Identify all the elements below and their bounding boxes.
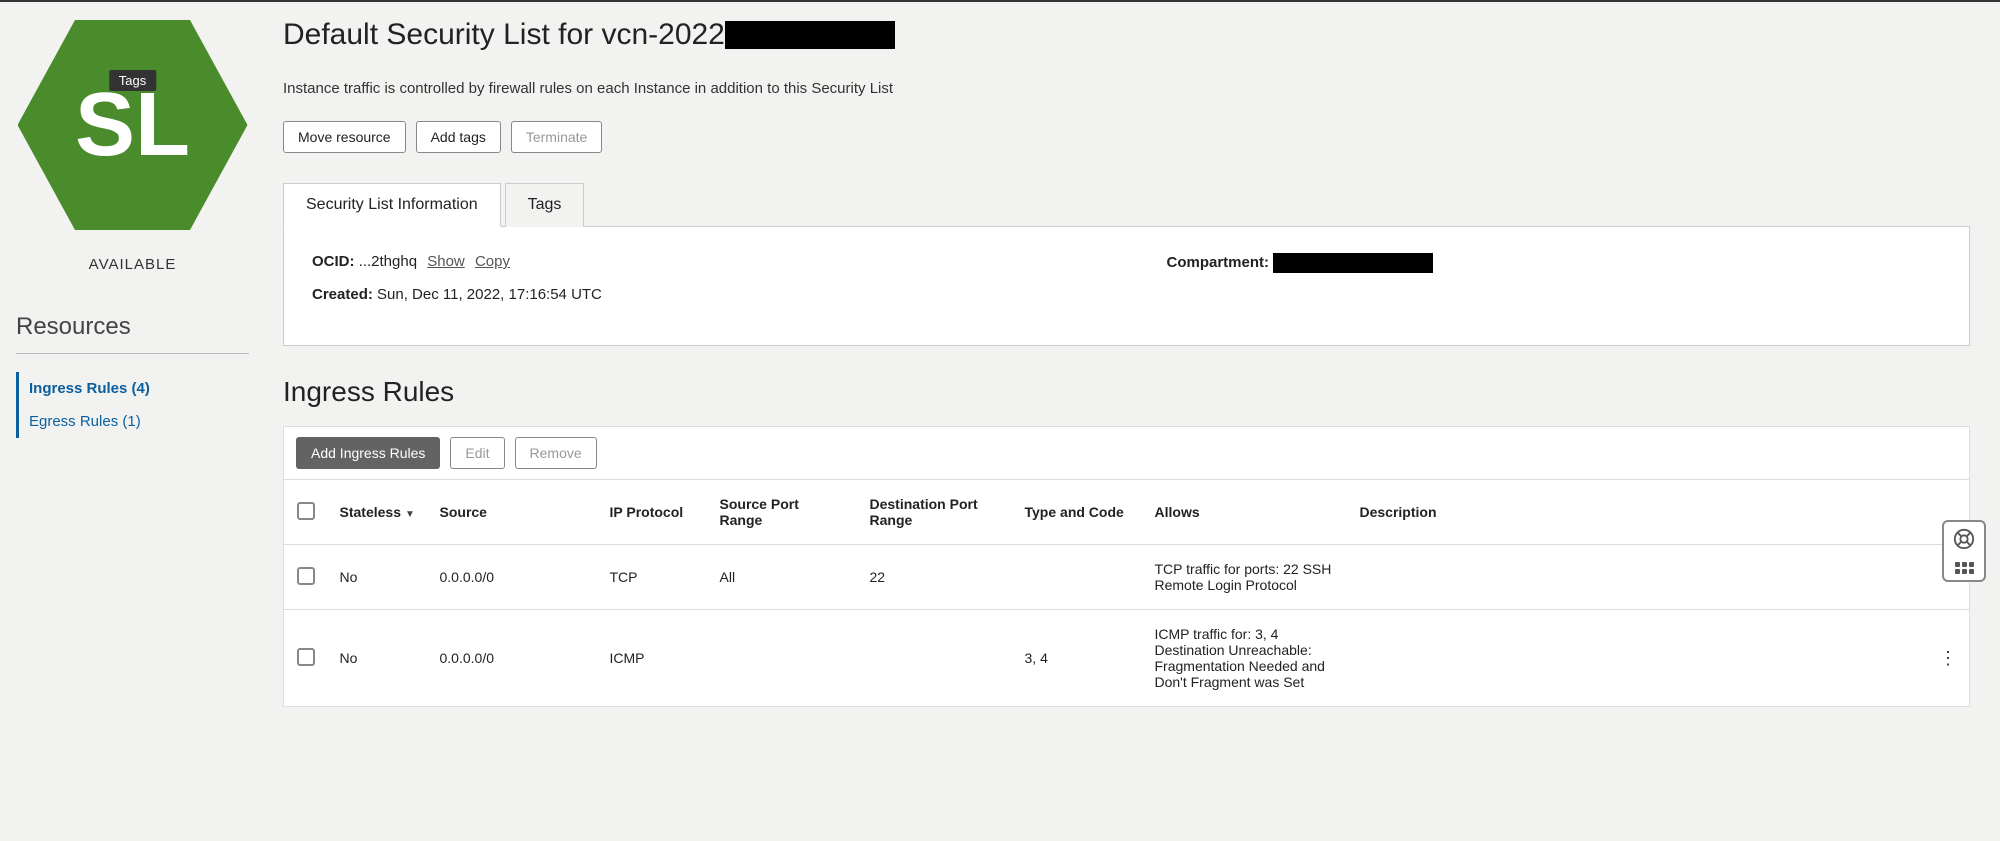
ocid-show-link[interactable]: Show (427, 253, 465, 270)
cell-protocol: ICMP (598, 610, 708, 707)
table-row: No 0.0.0.0/0 TCP All 22 TCP traffic for … (284, 545, 1970, 610)
ocid-label: OCID: (312, 253, 355, 270)
cell-stateless: No (328, 545, 428, 610)
row-checkbox[interactable] (297, 567, 315, 585)
col-stateless[interactable]: Stateless (328, 480, 428, 545)
remove-button: Remove (515, 437, 597, 469)
table-row: No 0.0.0.0/0 ICMP 3, 4 ICMP traffic for:… (284, 610, 1970, 707)
page-title-text: Default Security List for vcn-2022 (283, 18, 725, 52)
cell-type: 3, 4 (1013, 610, 1143, 707)
ingress-heading: Ingress Rules (283, 376, 1970, 408)
row-menu-icon[interactable]: ⋮ (1939, 648, 1957, 668)
page-title: Default Security List for vcn-2022 (283, 18, 1970, 52)
cell-type (1013, 545, 1143, 610)
created-label: Created: (312, 286, 373, 303)
cell-sport: All (708, 545, 858, 610)
cell-source: 0.0.0.0/0 (428, 545, 598, 610)
move-resource-button[interactable]: Move resource (283, 121, 406, 153)
col-protocol[interactable]: IP Protocol (598, 480, 708, 545)
ocid-value: ...2thghq (359, 253, 417, 270)
tab-tags[interactable]: Tags (505, 183, 585, 227)
cell-dport (858, 610, 1013, 707)
col-source-port[interactable]: Source Port Range (708, 480, 858, 545)
compartment-label: Compartment: (1167, 254, 1270, 271)
help-widget (1942, 520, 1986, 582)
edit-button: Edit (450, 437, 504, 469)
redacted-block (1273, 253, 1433, 273)
ocid-copy-link[interactable]: Copy (475, 253, 510, 270)
info-panel: OCID: ...2thghq Show Copy Created: Sun, … (283, 226, 1970, 346)
cell-sport (708, 610, 858, 707)
sidebar-item-egress[interactable]: Egress Rules (1) (29, 405, 249, 438)
cell-description (1348, 610, 1928, 707)
page-subtitle: Instance traffic is controlled by firewa… (283, 80, 1970, 97)
add-tags-button[interactable]: Add tags (416, 121, 501, 153)
col-allows[interactable]: Allows (1143, 480, 1348, 545)
add-ingress-button[interactable]: Add Ingress Rules (296, 437, 440, 469)
resources-heading: Resources (16, 313, 249, 354)
select-all-checkbox[interactable] (297, 502, 315, 520)
terminate-button: Terminate (511, 121, 602, 153)
resource-hexagon: SL (18, 20, 248, 230)
created-value: Sun, Dec 11, 2022, 17:16:54 UTC (377, 286, 602, 303)
tab-security-list-info[interactable]: Security List Information (283, 183, 501, 227)
help-icon[interactable] (1953, 528, 1975, 556)
cell-dport: 22 (858, 545, 1013, 610)
tags-badge: Tags (109, 70, 156, 91)
cell-protocol: TCP (598, 545, 708, 610)
sidebar-item-ingress[interactable]: Ingress Rules (4) (29, 372, 249, 405)
cell-stateless: No (328, 610, 428, 707)
col-type-code[interactable]: Type and Code (1013, 480, 1143, 545)
cell-description (1348, 545, 1928, 610)
cell-allows: TCP traffic for ports: 22 SSH Remote Log… (1143, 545, 1348, 610)
cell-allows: ICMP traffic for: 3, 4 Destination Unrea… (1143, 610, 1348, 707)
cell-source: 0.0.0.0/0 (428, 610, 598, 707)
grid-icon[interactable] (1955, 562, 1974, 574)
row-checkbox[interactable] (297, 648, 315, 666)
redacted-block (725, 21, 895, 49)
ingress-rules-table: Stateless Source IP Protocol Source Port… (283, 480, 1970, 707)
col-source[interactable]: Source (428, 480, 598, 545)
col-description[interactable]: Description (1348, 480, 1928, 545)
col-dest-port[interactable]: Destination Port Range (858, 480, 1013, 545)
status-badge: AVAILABLE (89, 256, 177, 273)
